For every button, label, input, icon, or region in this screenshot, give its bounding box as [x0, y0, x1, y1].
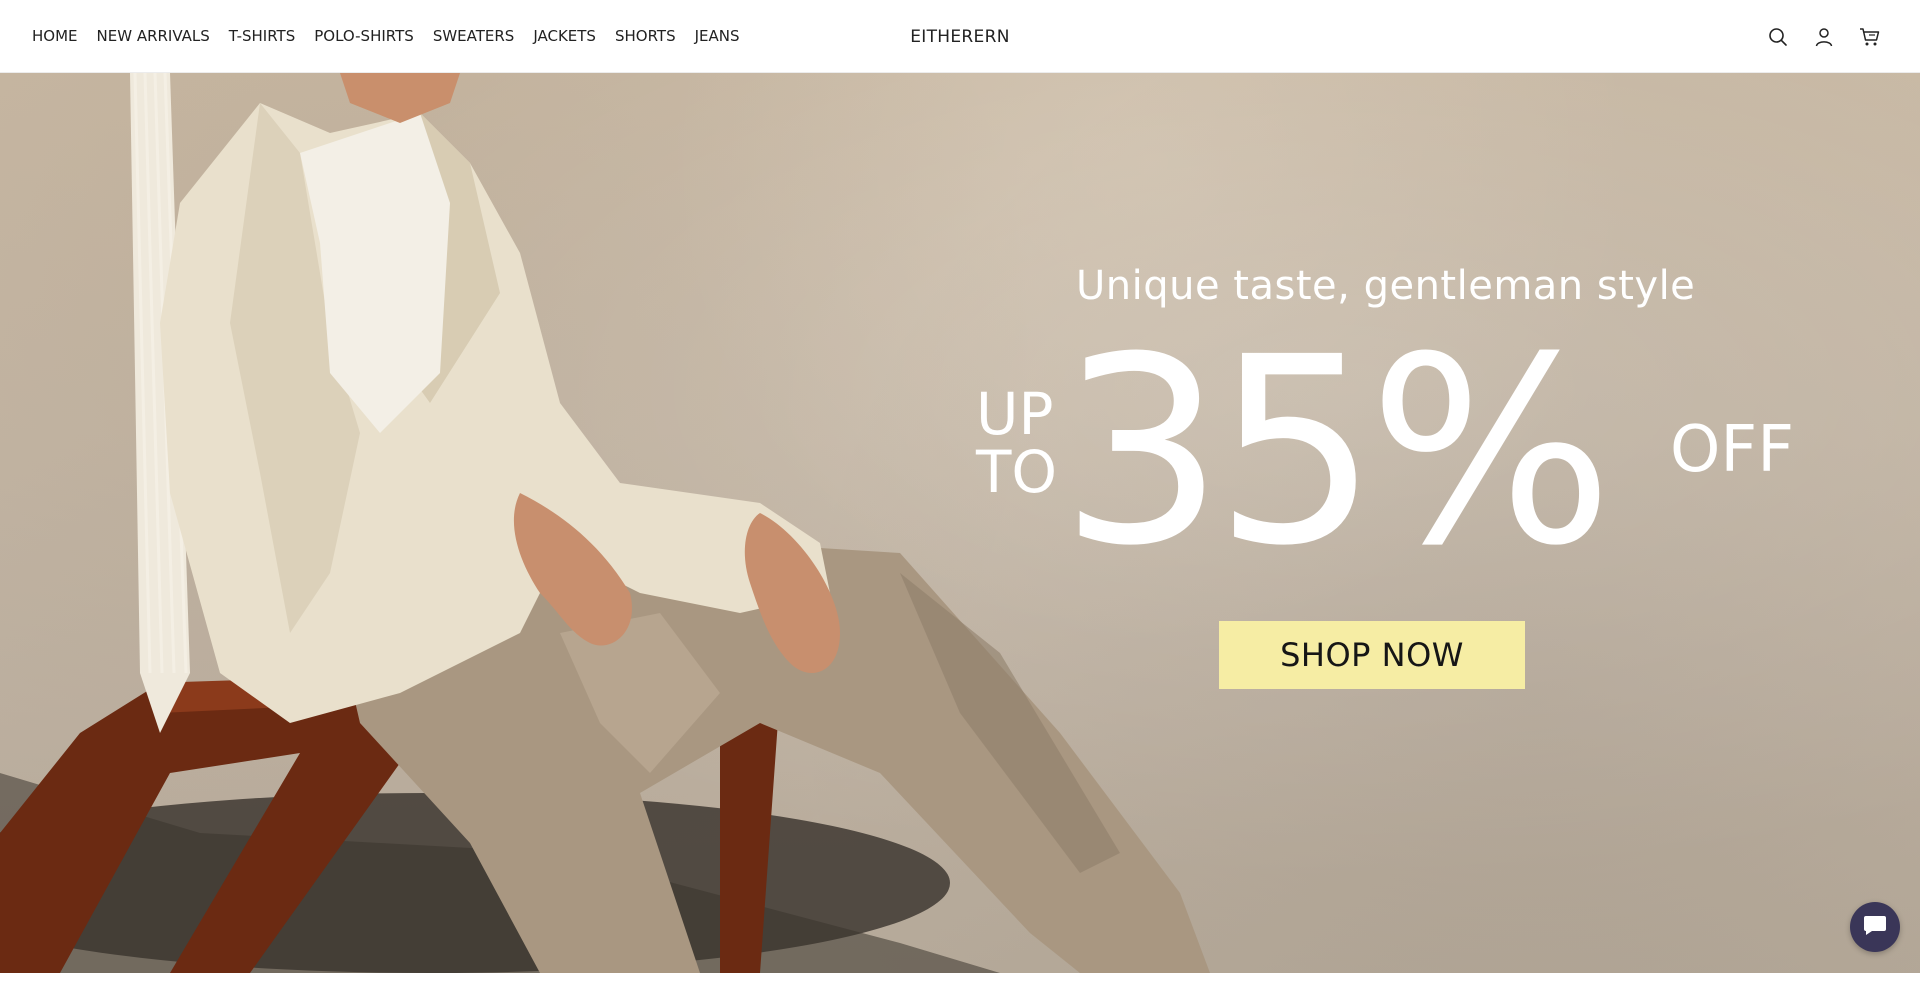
account-icon[interactable] — [1812, 25, 1836, 49]
page-bottom-strip — [0, 973, 1920, 993]
cart-icon[interactable] — [1858, 25, 1882, 49]
hero-banner: Unique taste, gentleman style UP TO 35% … — [0, 73, 1920, 973]
hero-photo-man-in-chair — [0, 73, 1210, 973]
nav-polo-shirts[interactable]: POLO-SHIRTS — [314, 27, 414, 45]
nav-t-shirts[interactable]: T-SHIRTS — [229, 27, 295, 45]
nav-shorts[interactable]: SHORTS — [615, 27, 676, 45]
promo-off-label: OFF — [1670, 413, 1794, 487]
header-icons — [1766, 0, 1882, 73]
nav-jeans[interactable]: JEANS — [695, 27, 740, 45]
chat-bubble-icon — [1863, 914, 1887, 940]
nav-home[interactable]: HOME — [32, 27, 78, 45]
shop-now-button[interactable]: SHOP NOW — [1219, 621, 1525, 689]
site-logo[interactable]: EITHERERN — [910, 27, 1009, 47]
nav-sweaters[interactable]: SWEATERS — [433, 27, 515, 45]
nav-jackets[interactable]: JACKETS — [533, 27, 596, 45]
main-nav: HOME NEW ARRIVALS T-SHIRTS POLO-SHIRTS S… — [32, 27, 759, 45]
chat-button[interactable] — [1850, 902, 1900, 952]
site-header: HOME NEW ARRIVALS T-SHIRTS POLO-SHIRTS S… — [0, 0, 1920, 73]
nav-new-arrivals[interactable]: NEW ARRIVALS — [97, 27, 210, 45]
promo-discount-amount: 35% — [1060, 302, 1613, 602]
search-icon[interactable] — [1766, 25, 1790, 49]
